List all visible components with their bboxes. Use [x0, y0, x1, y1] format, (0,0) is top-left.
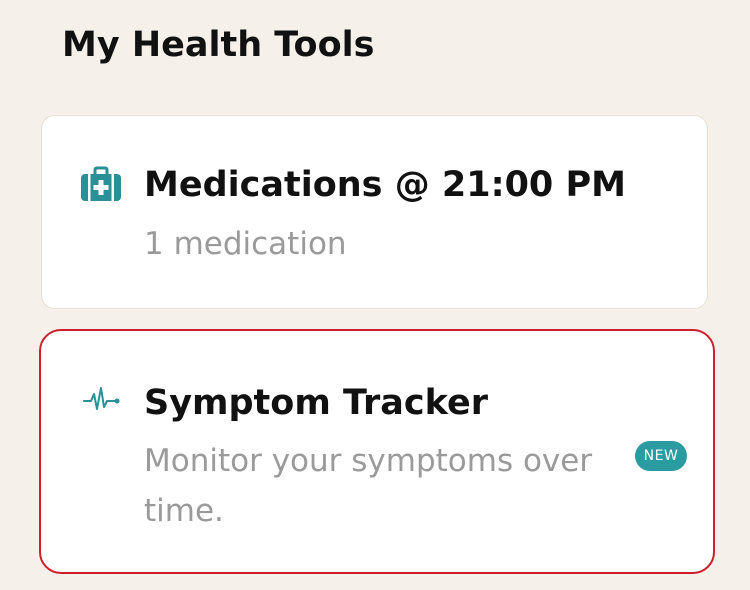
medications-card[interactable]: Medications @ 21:00 PM 1 medication [41, 115, 708, 309]
medical-kit-icon [81, 166, 121, 201]
new-badge: NEW [635, 441, 687, 471]
medications-count: 1 medication [144, 226, 347, 262]
page-title: My Health Tools [62, 25, 375, 65]
symptom-tracker-title: Symptom Tracker [144, 383, 488, 423]
symptom-tracker-description: Monitor your symptoms over time. [144, 443, 593, 529]
symptom-tracker-card[interactable]: Symptom Tracker Monitor your symptoms ov… [39, 329, 715, 574]
health-tools-screen: My Health Tools Medications @ 21:00 PM 1… [0, 0, 750, 590]
heartbeat-pulse-icon [83, 387, 120, 410]
medications-title: Medications @ 21:00 PM [144, 165, 626, 205]
